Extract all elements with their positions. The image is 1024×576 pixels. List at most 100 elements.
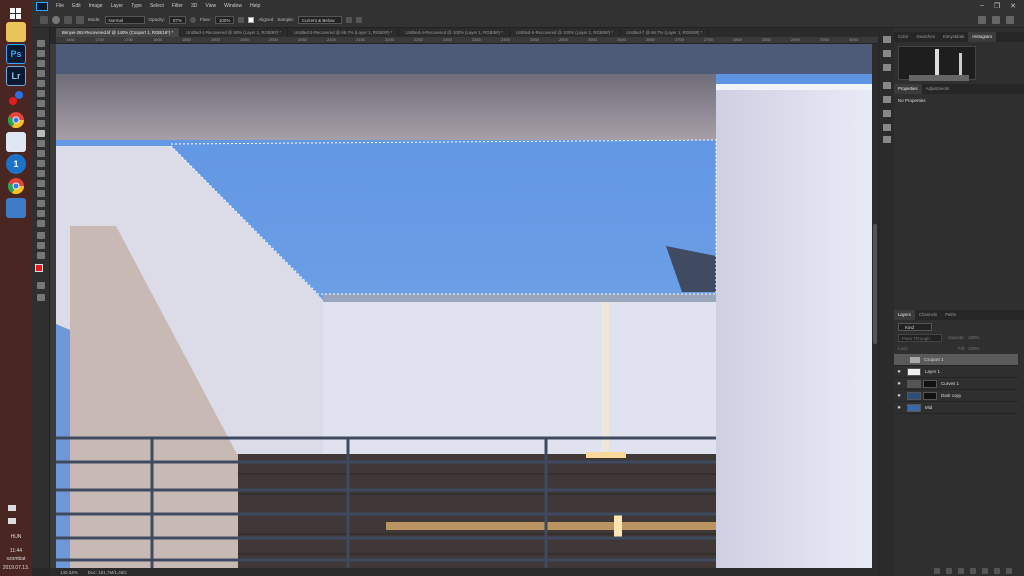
tab-paths[interactable]: Paths [941, 310, 960, 320]
screen-mode-icon[interactable] [37, 294, 45, 301]
frame-tool-icon[interactable] [37, 90, 45, 97]
healing-brush-tool-icon[interactable] [37, 110, 45, 117]
windows-start-icon[interactable] [6, 4, 26, 24]
doc-size[interactable]: Doc: 161,7M/1,46G [88, 570, 127, 575]
visibility-eye-icon[interactable]: ● [894, 369, 904, 375]
airbrush-icon[interactable] [238, 16, 245, 23]
menu-help[interactable]: Help [246, 3, 264, 9]
lasso-tool-icon[interactable] [37, 60, 45, 67]
history-panel-icon[interactable] [883, 36, 891, 43]
menu-image[interactable]: Image [85, 3, 107, 9]
lightroom-app-icon[interactable]: Lr [6, 66, 26, 86]
foreground-color-swatch[interactable] [35, 264, 43, 272]
document-tab[interactable]: Untitled-4-Recovered @ 100% (Layer 1, RG… [399, 28, 510, 37]
search-icon[interactable] [978, 15, 986, 24]
hand-tool-icon[interactable] [37, 232, 45, 239]
blur-tool-icon[interactable] [37, 170, 45, 177]
link-layers-icon[interactable] [934, 568, 940, 574]
tab-layers[interactable]: Layers [894, 310, 915, 320]
pressure-opacity-icon[interactable] [190, 16, 197, 23]
clone-source-panel-icon[interactable] [883, 82, 891, 89]
crop-tool-icon[interactable] [37, 80, 45, 87]
tab-swatches[interactable]: Swatches [912, 32, 939, 42]
eyedropper-tool-icon[interactable] [37, 100, 45, 107]
new-layer-icon[interactable] [994, 568, 1000, 574]
chrome-app-icon[interactable] [6, 110, 26, 130]
flow-input[interactable]: 100% [214, 15, 235, 24]
mode-select[interactable]: Normal [104, 15, 145, 24]
dodge-tool-icon[interactable] [37, 180, 45, 187]
eraser-tool-icon[interactable] [37, 150, 45, 157]
menu-edit[interactable]: Edit [68, 3, 85, 9]
speaker-icon[interactable] [8, 518, 16, 524]
trash-icon[interactable] [1006, 568, 1012, 574]
new-group-icon[interactable] [982, 568, 988, 574]
layer-opacity-input[interactable]: 100% [968, 335, 980, 340]
visibility-eye-icon[interactable]: ● [894, 393, 904, 399]
brush-panel-icon[interactable] [64, 15, 72, 24]
tab-color[interactable]: Color [894, 32, 912, 42]
menu-filter[interactable]: Filter [168, 3, 187, 9]
document-canvas[interactable] [56, 44, 872, 568]
menu-view[interactable]: View [201, 3, 220, 9]
blend-mode-select[interactable]: Pass Through [898, 334, 942, 342]
layer-filter-kind[interactable]: Kind [898, 323, 932, 331]
layer-row[interactable]: ● Layer 1 [894, 366, 1018, 378]
share-icon[interactable] [1006, 15, 1014, 24]
marquee-tool-icon[interactable] [37, 50, 45, 57]
zoom-level[interactable]: 140.34% [60, 570, 78, 575]
colorful-app-icon[interactable] [6, 88, 26, 108]
quick-mask-icon[interactable] [37, 282, 45, 289]
photoshop-logo-icon[interactable] [36, 1, 48, 11]
fill-input[interactable]: 100% [968, 346, 980, 351]
fx-icon[interactable] [946, 568, 952, 574]
quick-select-tool-icon[interactable] [37, 70, 45, 77]
document-tab[interactable]: Untitled-1-Recovered @ 50% (Layer 1, RGB… [180, 28, 289, 37]
more-tools-icon[interactable] [37, 252, 45, 259]
app-1-icon[interactable]: 1 [6, 154, 26, 174]
tab-libraries[interactable]: Könyvtárak [939, 32, 969, 42]
gradient-tool-icon[interactable] [37, 160, 45, 167]
menu-3d[interactable]: 3D [187, 3, 201, 9]
type-tool-icon[interactable] [37, 200, 45, 207]
pen-tool-icon[interactable] [37, 190, 45, 197]
brush-tool-icon[interactable] [37, 120, 45, 127]
layer-row[interactable]: Csoport 1 [894, 354, 1018, 366]
visibility-eye-icon[interactable]: ● [894, 405, 904, 411]
menu-window[interactable]: Window [220, 3, 246, 9]
clone-stamp-tool-icon[interactable] [37, 130, 45, 137]
document-tab[interactable]: Untitled-5-Recovered @ 100% (Layer 1, RG… [510, 28, 621, 37]
menu-file[interactable]: File [52, 3, 68, 9]
move-tool-icon[interactable] [37, 40, 45, 47]
close-icon[interactable]: ✕ [1010, 2, 1016, 10]
tray-flag-icon[interactable] [8, 505, 16, 511]
history-brush-tool-icon[interactable] [37, 140, 45, 147]
path-select-tool-icon[interactable] [37, 210, 45, 217]
visibility-eye-icon[interactable]: ● [894, 381, 904, 387]
clone-stamp-icon[interactable] [40, 15, 48, 24]
document-app-icon[interactable] [6, 132, 26, 152]
navigator-panel-icon[interactable] [883, 110, 891, 117]
keyboard-language[interactable]: HUN [0, 534, 32, 540]
brush-preset-icon[interactable] [52, 15, 60, 24]
workspace-icon[interactable] [992, 15, 1000, 24]
clone-source-icon[interactable] [76, 15, 84, 24]
visibility-eye-icon[interactable] [894, 357, 904, 363]
aligned-checkbox[interactable] [248, 16, 255, 23]
zoom-tool-icon[interactable] [37, 242, 45, 249]
paragraph-panel-icon[interactable] [883, 136, 891, 143]
clock-time[interactable]: 11:44 [0, 548, 32, 554]
document-tab[interactable]: Untitled-3-Recovered @ 66.7% (Layer 1, R… [288, 28, 400, 37]
tab-adjustments[interactable]: Adjustments [922, 84, 954, 94]
shape-tool-icon[interactable] [37, 220, 45, 227]
scroll-thumb[interactable] [873, 224, 877, 344]
tab-properties[interactable]: Properties [894, 84, 922, 94]
tab-histogram[interactable]: Histogram [968, 32, 997, 42]
photoshop-app-icon[interactable]: Ps [6, 44, 26, 64]
menu-type[interactable]: Type [127, 3, 146, 9]
minimize-icon[interactable]: – [980, 2, 984, 10]
brush-settings-icon[interactable] [883, 64, 891, 71]
tab-channels[interactable]: Channels [915, 310, 941, 320]
info-panel-icon[interactable] [883, 96, 891, 103]
ignore-adjustments-icon[interactable] [345, 16, 352, 23]
